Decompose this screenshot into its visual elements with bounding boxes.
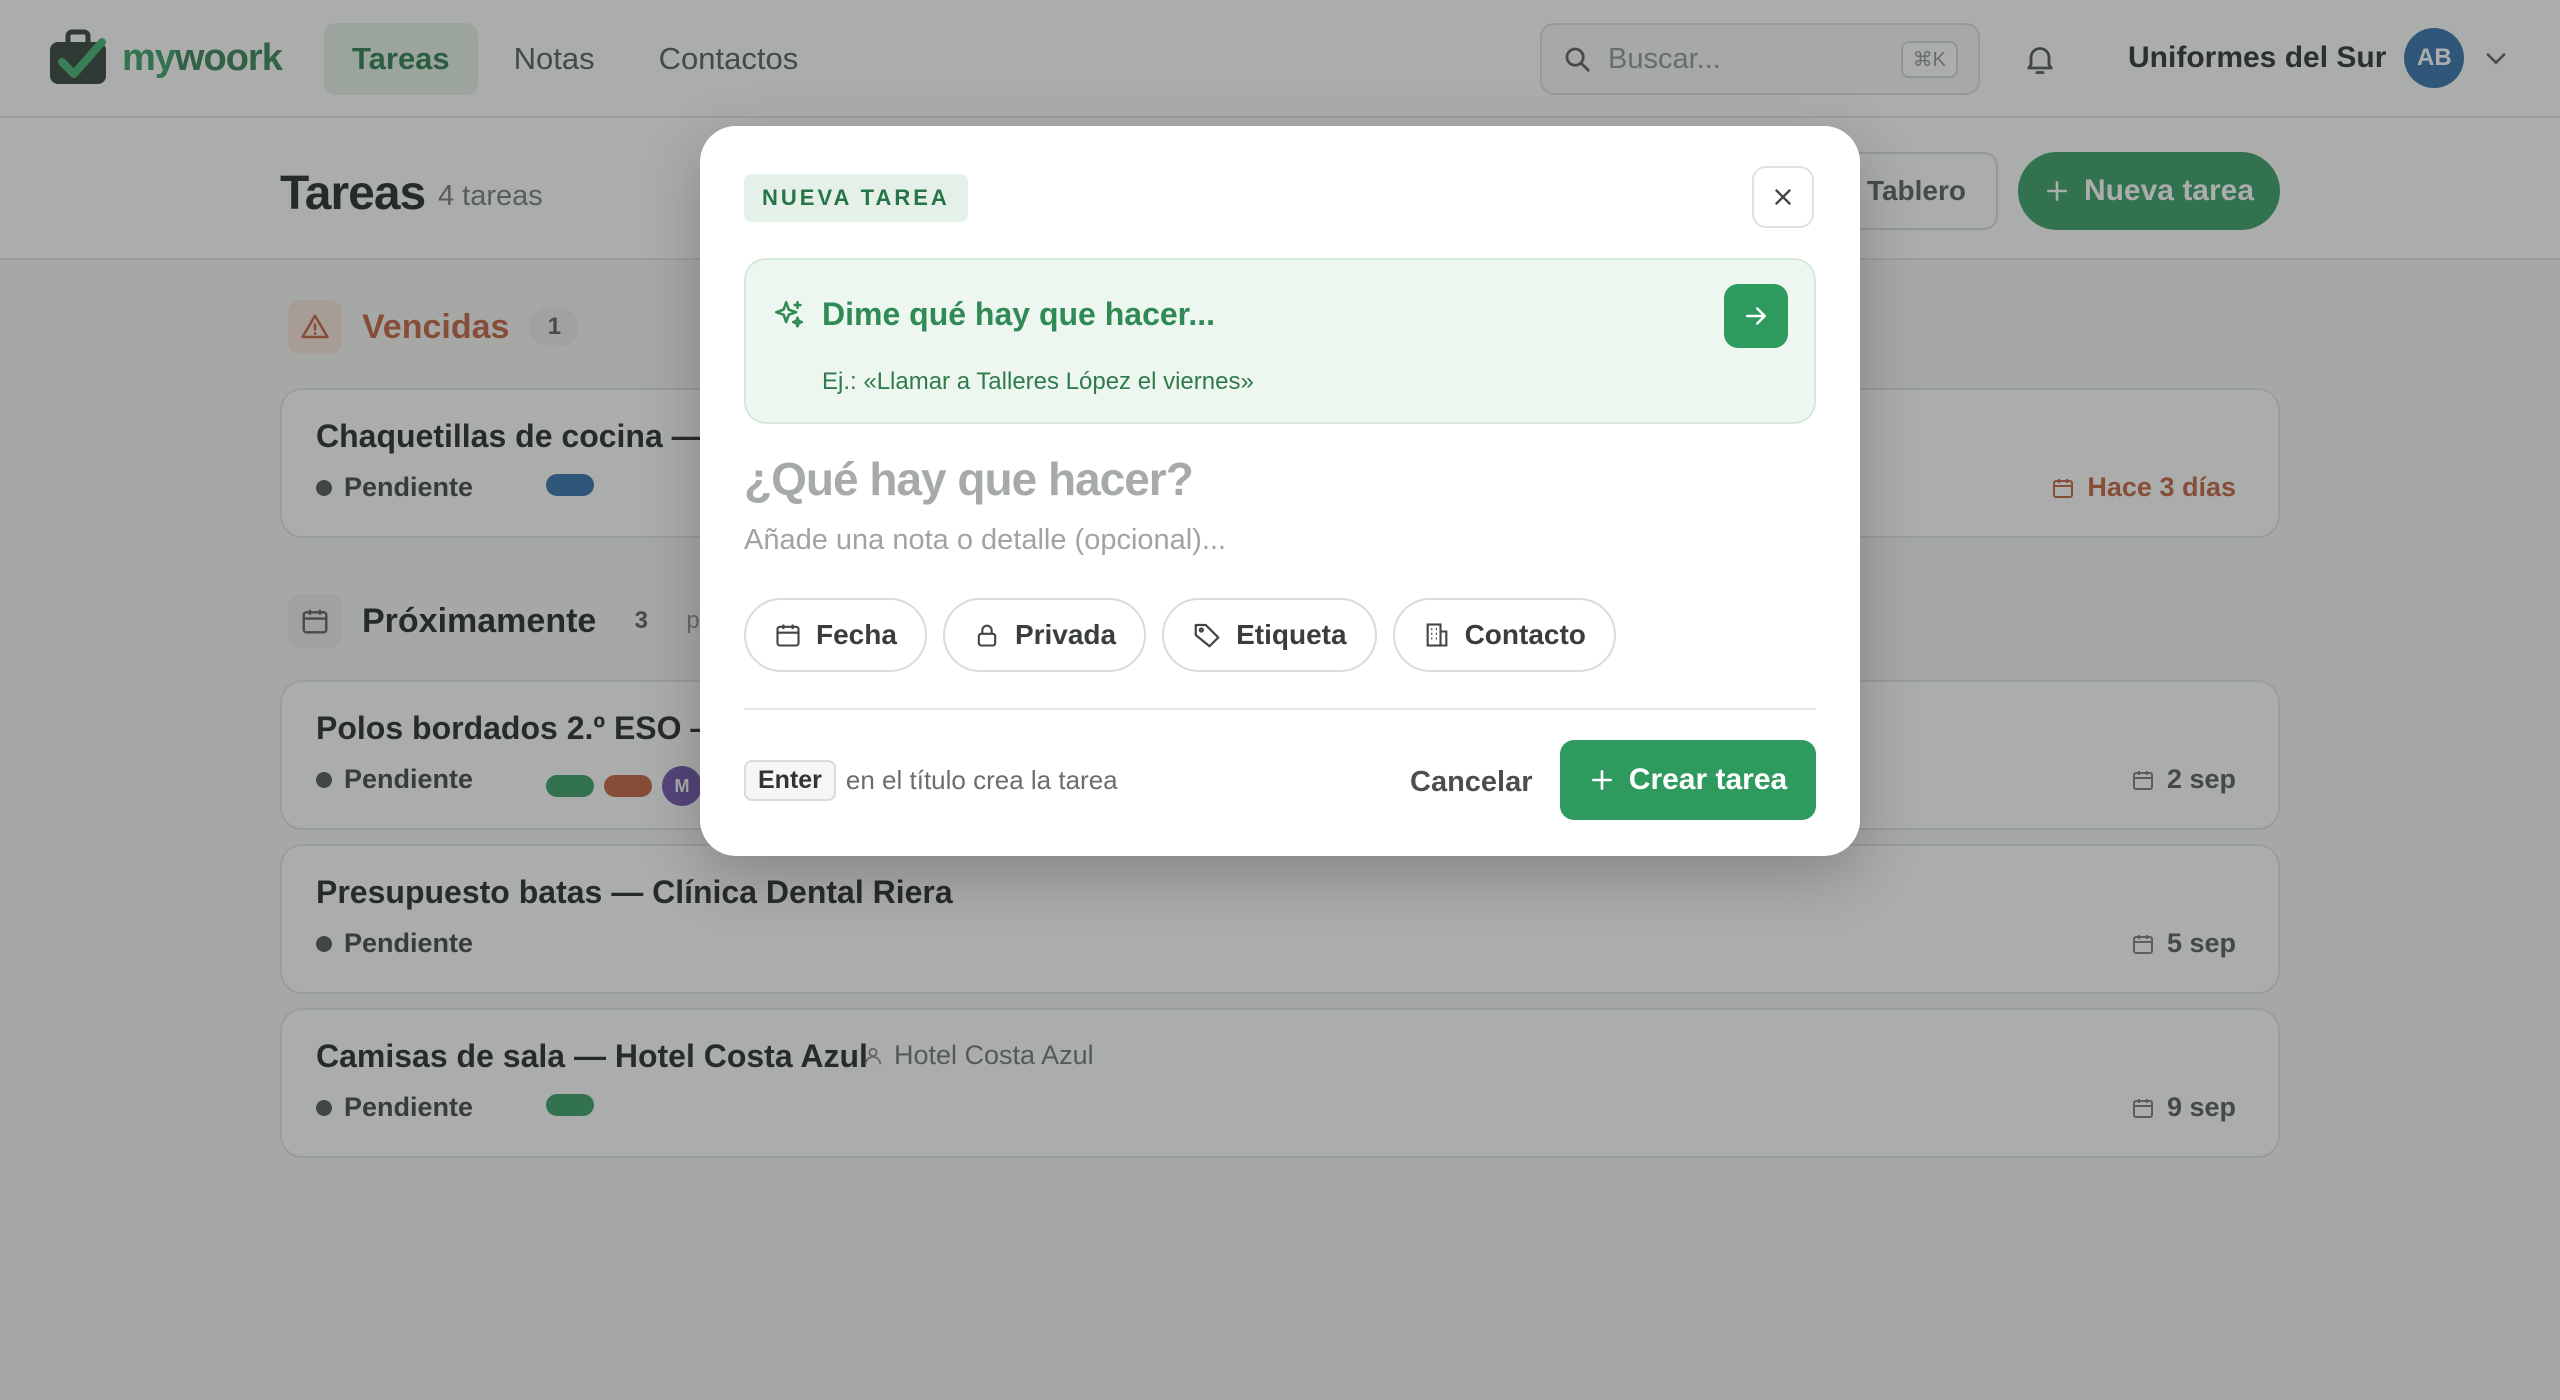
- building-icon: [1426, 623, 1447, 647]
- task-note-input[interactable]: Añade una nota o detalle (opcional)...: [744, 524, 1226, 557]
- hint-text: en el título crea la tarea: [845, 765, 1118, 795]
- keyboard-hint: Enter en el título crea la tarea: [744, 760, 1118, 801]
- contact-chip[interactable]: Contacto: [1392, 598, 1616, 672]
- close-button[interactable]: [1752, 166, 1814, 228]
- ai-prompt-input[interactable]: Dime qué hay que hacer...: [822, 296, 1215, 333]
- lock-icon: [977, 624, 997, 647]
- tag-chip[interactable]: Etiqueta: [1162, 598, 1377, 672]
- private-chip[interactable]: Privada: [942, 598, 1147, 672]
- calendar-icon: [776, 624, 800, 647]
- dialog-badge: NUEVA TAREA: [744, 174, 968, 222]
- sparkles-icon: [774, 300, 804, 328]
- ai-send-button[interactable]: [1724, 284, 1788, 348]
- date-chip[interactable]: Fecha: [744, 598, 927, 672]
- tag-icon: [1194, 623, 1220, 648]
- arrow-right-icon: [1746, 307, 1766, 325]
- ai-example: Ej.: «Llamar a Talleres López el viernes…: [822, 368, 1254, 395]
- new-task-dialog: NUEVA TAREA Dime qué hay que hacer... Ej…: [700, 126, 1860, 856]
- task-title-input[interactable]: ¿Qué hay que hacer?: [744, 452, 1194, 506]
- ai-assistant-box: Dime qué hay que hacer... Ej.: «Llamar a…: [744, 258, 1816, 424]
- cancel-button[interactable]: Cancelar: [1400, 758, 1543, 807]
- create-task-button[interactable]: Crear tarea: [1560, 740, 1816, 820]
- enter-key: Enter: [744, 760, 836, 801]
- close-icon: [1775, 189, 1791, 205]
- plus-icon: [1591, 770, 1612, 790]
- task-options: Fecha Privada Etiqueta Contacto: [744, 598, 1616, 672]
- divider: [744, 708, 1816, 710]
